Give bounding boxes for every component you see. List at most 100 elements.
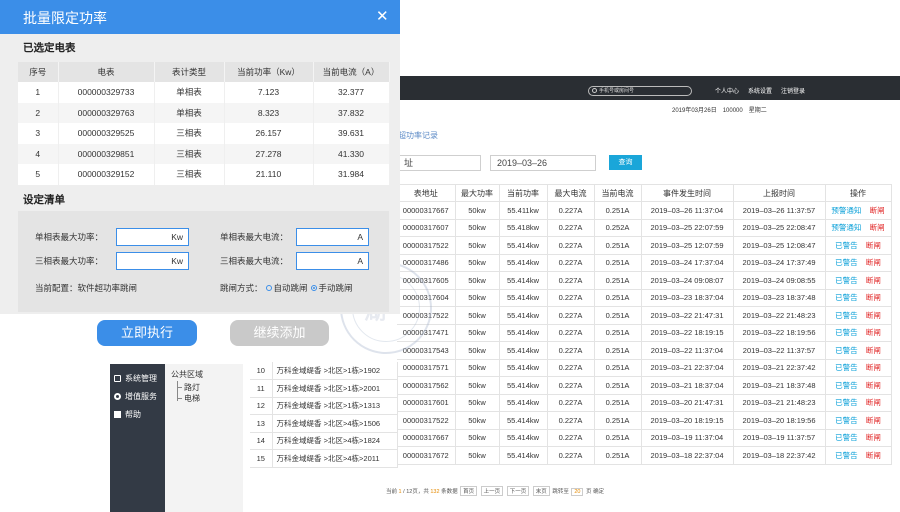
record-cell: 2019–03–19 11:37:57 — [733, 429, 826, 447]
prev-page-button[interactable]: 上一页 — [480, 486, 504, 496]
dialog-header: 批量限定功率 ✕ — [0, 0, 400, 34]
query-button[interactable]: 查询 — [609, 155, 642, 170]
warning-action-link[interactable]: 已警告 — [835, 241, 858, 250]
warning-action-link[interactable]: 已警告 — [835, 328, 858, 337]
record-cell: 2019–03–26 11:37:57 — [733, 201, 826, 220]
record-cell: 2019–03–21 18:37:48 — [733, 376, 826, 395]
trip-action-link[interactable]: 断闸 — [866, 241, 881, 250]
record-cell: 50kw — [455, 324, 500, 342]
last-page-button[interactable]: 末页 — [532, 486, 550, 496]
trip-action-link[interactable]: 断闸 — [866, 311, 881, 320]
sidebar-item-value-added[interactable]: 增值服务 — [110, 388, 165, 406]
trip-action-link[interactable]: 断闸 — [866, 451, 881, 460]
selected-meters-table: 序号 电表 表计类型 当前功率（Kw） 当前电流（A） 1 000000329733 单相表… — [18, 62, 390, 185]
continue-add-button[interactable]: 继续添加 — [230, 320, 329, 346]
record-cell: 2019–03–22 18:19:15 — [641, 324, 734, 342]
warning-action-link[interactable]: 已警告 — [835, 346, 858, 355]
record-actions: 已警告 断闸 — [825, 254, 892, 272]
record-cell: 2019–03–21 18:37:04 — [641, 376, 734, 395]
three-power-label: 三相表最大功率： — [35, 256, 104, 266]
warning-action-link[interactable]: 已警告 — [835, 363, 858, 372]
three-power-input[interactable]: Kw — [116, 252, 189, 270]
record-cell: 2019–03–21 21:48:23 — [733, 394, 826, 412]
tree-node-street-light[interactable]: 路灯 — [184, 382, 200, 393]
record-actions: 已警告 断闸 — [825, 306, 892, 325]
warning-action-link[interactable]: 预警通知 — [831, 223, 861, 232]
date-filter-input[interactable]: 2019–03–26 — [490, 155, 596, 171]
selected-meter-row: 3 000000329525 三相表 26.157 39.631 — [18, 123, 390, 144]
trip-action-link[interactable]: 断闸 — [870, 206, 885, 215]
trip-action-link[interactable]: 断闸 — [866, 433, 881, 442]
three-current-input[interactable]: A — [296, 252, 369, 270]
table-row: 13 万科金域缇香 >北区>4栋>1506 — [250, 414, 398, 433]
trip-action-link[interactable]: 断闸 — [866, 293, 881, 302]
tree-root[interactable]: 公共区域 — [171, 369, 203, 380]
tree-node-elevator[interactable]: 电梯 — [184, 393, 200, 404]
record-cell: 2019–03–19 11:37:04 — [641, 429, 734, 447]
record-cell: 0.227A — [547, 411, 595, 430]
record-actions: 已警告 断闸 — [825, 324, 892, 342]
warning-action-link[interactable]: 已警告 — [835, 398, 858, 407]
single-power-label: 单相表最大功率： — [35, 232, 104, 242]
selected-meter-cell: 单相表 — [154, 102, 225, 123]
trip-action-link[interactable]: 断闸 — [870, 223, 885, 232]
top-search-input[interactable]: 手机号或房间号 — [588, 86, 692, 96]
next-page-button[interactable]: 下一页 — [506, 486, 530, 496]
record-cell: 50kw — [455, 411, 500, 430]
page-title: 超功率记录 — [398, 131, 438, 140]
nav-logout[interactable]: 注销登录 — [781, 86, 805, 95]
nav-personal-center[interactable]: 个人中心 — [715, 86, 739, 95]
single-current-input[interactable]: A — [296, 228, 369, 246]
selected-meter-cell: 41.330 — [313, 143, 390, 164]
close-icon[interactable]: ✕ — [376, 7, 389, 25]
trip-mode-group: 跳闸方式： 自动跳闸 手动跳闸 — [220, 283, 353, 293]
selected-meter-cell: 5 — [18, 164, 59, 185]
record-cell: 55.414kw — [499, 394, 548, 412]
trip-action-link[interactable]: 断闸 — [866, 398, 881, 407]
record-cell: 55.414kw — [499, 236, 548, 255]
warning-action-link[interactable]: 已警告 — [835, 293, 858, 302]
current-config-text: 当前配置：软件超功率跳闸 — [35, 283, 138, 293]
record-cell: 0.251A — [594, 289, 642, 307]
first-page-button[interactable]: 首页 — [460, 486, 478, 496]
trip-action-link[interactable]: 断闸 — [866, 381, 881, 390]
nav-system-settings[interactable]: 系统设置 — [748, 86, 772, 95]
sidebar-item-help[interactable]: 帮助 — [110, 406, 165, 424]
record-actions: 已警告 断闸 — [825, 359, 892, 377]
record-cell: 00000317522 — [397, 411, 456, 430]
trip-action-link[interactable]: 断闸 — [866, 363, 881, 372]
record-cell: 55.414kw — [499, 429, 548, 447]
trip-action-link[interactable]: 断闸 — [866, 346, 881, 355]
warning-action-link[interactable]: 预警通知 — [831, 206, 861, 215]
manual-trip-radio[interactable] — [310, 285, 317, 291]
goto-page-input[interactable]: 20 — [571, 488, 584, 496]
warning-action-link[interactable]: 已警告 — [835, 433, 858, 442]
goto-confirm-button[interactable]: 确定 — [593, 489, 604, 495]
record-cell: 0.251A — [594, 254, 642, 272]
selected-col-header: 表计类型 — [154, 62, 225, 82]
record-cell: 2019–03–22 11:37:04 — [641, 341, 734, 360]
pager-current: 1 — [398, 489, 402, 495]
trip-action-link[interactable]: 断闸 — [866, 416, 881, 425]
service-icon — [114, 393, 121, 400]
record-cell: 2019–03–25 22:07:59 — [641, 219, 734, 237]
warning-action-link[interactable]: 已警告 — [835, 416, 858, 425]
warning-action-link[interactable]: 已警告 — [835, 451, 858, 460]
trip-action-link[interactable]: 断闸 — [866, 258, 881, 267]
single-power-input[interactable]: Kw — [116, 228, 189, 246]
warning-action-link[interactable]: 已警告 — [835, 258, 858, 267]
trip-action-link[interactable]: 断闸 — [866, 276, 881, 285]
trip-action-link[interactable]: 断闸 — [866, 328, 881, 337]
warning-action-link[interactable]: 已警告 — [835, 276, 858, 285]
warning-action-link[interactable]: 已警告 — [835, 381, 858, 390]
address-filter-input[interactable]: 址 — [397, 155, 481, 171]
sidebar-item-system-management[interactable]: 系统管理 — [110, 370, 165, 388]
auto-trip-radio[interactable] — [265, 285, 272, 291]
room-address-cell: 万科金域缇香 >北区>1栋>2001 — [272, 379, 398, 398]
execute-button[interactable]: 立即执行 — [97, 320, 197, 346]
table-row: 00000317543 50kw 55.414kw 0.227A 0.251A 2019–… — [397, 341, 892, 360]
warning-action-link[interactable]: 已警告 — [835, 311, 858, 320]
record-cell: 50kw — [455, 394, 500, 412]
help-icon — [114, 411, 121, 418]
record-cell: 0.251A — [594, 411, 642, 430]
